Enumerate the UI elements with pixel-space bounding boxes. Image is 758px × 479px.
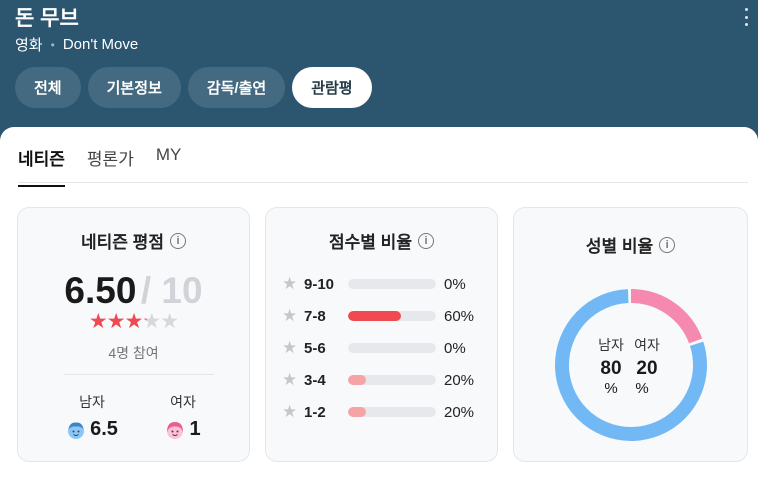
tab-cast[interactable]: 감독/출연 — [187, 67, 286, 108]
distribution-bar-track — [348, 343, 436, 353]
donut-female-value: 20 — [636, 358, 657, 379]
distribution-bar-track — [348, 311, 436, 321]
score-range-label: 3-4 — [304, 371, 326, 389]
info-icon[interactable]: i — [417, 232, 434, 249]
female-face-icon — [167, 421, 184, 439]
tab-all[interactable]: 전체 — [15, 67, 81, 108]
review-subtabs: 네티즌 평론가 MY — [18, 145, 181, 187]
reviews-panel: 네티즌 평론가 MY 네티즌 평점 i 6.50 / 10 ★★★★★ 4명 참… — [0, 127, 758, 479]
rating-star: ★ — [88, 310, 108, 333]
distribution-bar-track — [348, 407, 436, 417]
participant-count: 4명 참여 — [108, 345, 159, 361]
score-distribution-card: 점수별 비율 i ★ 9-10 0% ★ 7-8 60% ★ 5-6 0% ★ 3-4 20% ★ 1-2… — [265, 207, 498, 462]
subtab-netizen[interactable]: 네티즌 — [18, 145, 65, 187]
movie-subtitle: 영화 • Don't Move — [15, 34, 138, 55]
subtab-my[interactable]: MY — [156, 145, 182, 187]
rating-star: ★ — [160, 310, 179, 333]
subtab-critic[interactable]: 평론가 — [87, 145, 134, 187]
female-label: 여자 — [170, 394, 196, 410]
movie-title: 돈 무브 — [15, 7, 79, 30]
female-rating: 여자 1 — [148, 392, 218, 441]
separator-dot: • — [50, 37, 55, 52]
card-divider — [64, 374, 214, 375]
info-icon[interactable]: i — [169, 232, 186, 249]
male-label: 남자 — [79, 394, 105, 410]
rating-star: ★ — [142, 310, 161, 333]
donut-male-unit: % — [604, 380, 617, 397]
star-icon: ★ — [282, 306, 298, 325]
star-icon: ★ — [282, 274, 298, 293]
donut-male-value: 80 — [600, 358, 621, 379]
distribution-row: ★ 1-2 20% — [282, 402, 482, 422]
distribution-percent: 60% — [444, 307, 475, 325]
score-range-label: 9-10 — [304, 275, 335, 293]
distribution-row: ★ 7-8 60% — [282, 306, 482, 326]
donut-female-label: 여자 — [634, 337, 660, 353]
score-max: / 10 — [140, 270, 203, 311]
distribution-percent: 0% — [444, 275, 466, 293]
tab-basic-info[interactable]: 기본정보 — [87, 67, 181, 108]
score-range-label: 7-8 — [304, 307, 326, 325]
gender-ratio-card: 성별 비율 i 남자 여자 80 20 % % — [513, 207, 748, 462]
donut-female-unit: % — [635, 380, 648, 397]
movie-english-title: Don't Move — [62, 36, 139, 53]
distribution-card-title-text: 점수별 비율 — [329, 233, 412, 252]
movie-category: 영화 — [15, 37, 43, 54]
distribution-row: ★ 5-6 0% — [282, 338, 482, 358]
distribution-card-title: 점수별 비율 i — [266, 228, 497, 253]
rating-card-title-text: 네티즌 평점 — [81, 233, 164, 252]
score-value: 6.50 — [64, 270, 137, 311]
distribution-percent: 20% — [444, 371, 475, 389]
distribution-row: ★ 9-10 0% — [282, 274, 482, 294]
movie-header: 돈 무브 영화 • Don't Move 전체 기본정보 감독/출연 관람평 — [0, 0, 758, 140]
rating-card-title: 네티즌 평점 i — [18, 228, 249, 253]
star-icon: ★ — [282, 402, 298, 421]
netizen-rating-card: 네티즌 평점 i 6.50 / 10 ★★★★★ 4명 참여 남자 6.5 여자 — [17, 207, 250, 462]
male-rating: 남자 6.5 — [57, 392, 127, 441]
star-icon: ★ — [282, 370, 298, 389]
female-rating-value: 1 — [189, 418, 201, 440]
distribution-bar-track — [348, 375, 436, 385]
distribution-row: ★ 3-4 20% — [282, 370, 482, 390]
distribution-bar-fill — [348, 375, 366, 385]
distribution-percent: 20% — [444, 403, 475, 421]
main-tabs: 전체 기본정보 감독/출연 관람평 — [15, 67, 372, 108]
tab-reviews[interactable]: 관람평 — [292, 67, 372, 108]
star-rating: ★★★★★ — [18, 309, 249, 334]
gender-donut-chart: 남자 여자 80 20 % % — [555, 289, 707, 441]
distribution-bar-track — [348, 279, 436, 289]
rating-star: ★ — [106, 310, 126, 333]
rating-score: 6.50 / 10 — [18, 270, 249, 312]
donut-male-label: 남자 — [598, 337, 624, 353]
distribution-bar-fill — [348, 407, 366, 417]
distribution-bar-fill — [348, 311, 401, 321]
male-rating-value: 6.5 — [90, 418, 118, 440]
rating-star: ★ — [124, 310, 144, 333]
score-range-label: 1-2 — [304, 403, 326, 421]
distribution-percent: 0% — [444, 339, 466, 357]
star-icon: ★ — [282, 338, 298, 357]
subtabs-divider — [18, 182, 748, 183]
male-face-icon — [68, 421, 85, 439]
score-range-label: 5-6 — [304, 339, 326, 357]
more-options-icon[interactable] — [742, 8, 750, 26]
